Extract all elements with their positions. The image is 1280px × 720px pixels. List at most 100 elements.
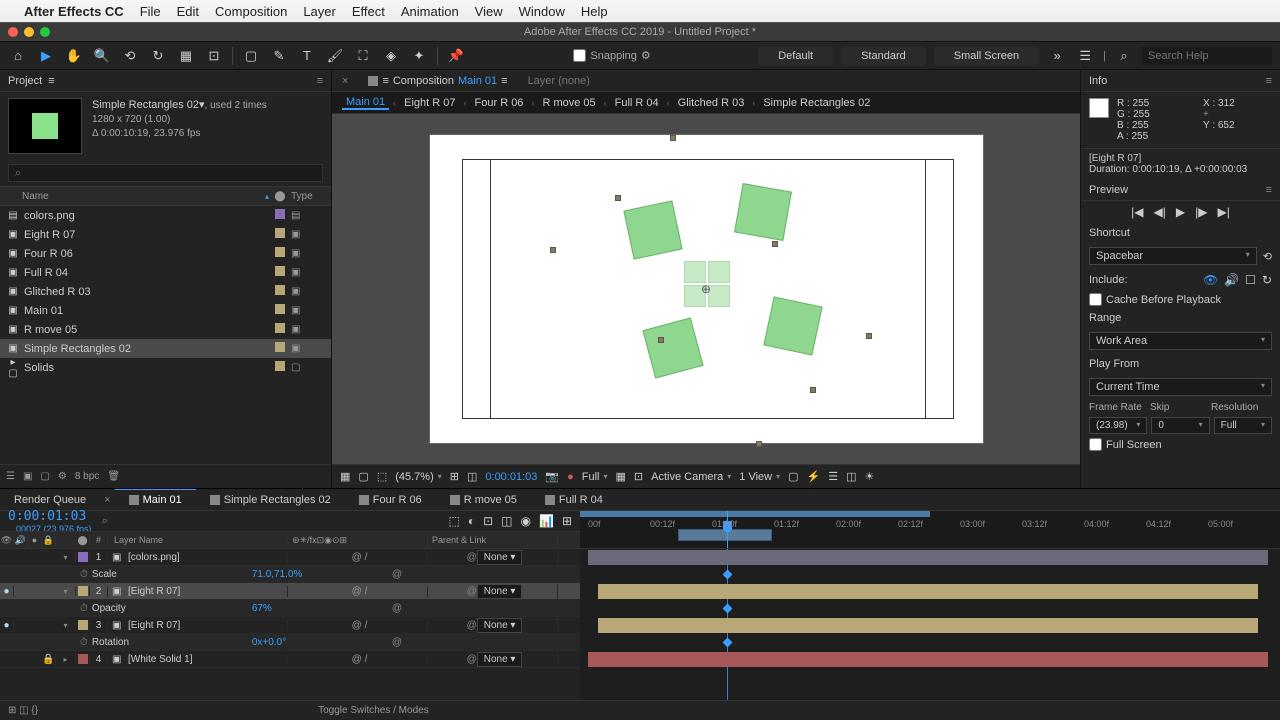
camera-tool-icon[interactable]: ▦ bbox=[176, 46, 196, 66]
proj-new-comp-icon[interactable]: ▢ bbox=[40, 471, 49, 482]
prev-frame-icon[interactable]: ◀| bbox=[1154, 205, 1166, 219]
comp-tab-close[interactable]: × bbox=[332, 70, 358, 92]
exposure-icon[interactable]: ☀ bbox=[865, 470, 875, 483]
proj-bpc[interactable]: 8 bpc bbox=[75, 471, 99, 482]
snapping-checkbox[interactable]: Snapping ⚙ bbox=[573, 49, 650, 62]
rectangle-tool-icon[interactable]: ▢ bbox=[241, 46, 261, 66]
comp-flow-item[interactable]: Simple Rectangles 02 bbox=[759, 97, 874, 109]
proj-delete-icon[interactable]: 🗑 bbox=[107, 471, 120, 482]
skip-dropdown[interactable]: 0 bbox=[1151, 417, 1209, 434]
toggle-switches-button[interactable]: Toggle Switches / Modes bbox=[318, 705, 429, 716]
transparency-icon[interactable]: ▦ bbox=[616, 470, 626, 483]
last-frame-icon[interactable]: ▶| bbox=[1217, 205, 1229, 219]
fast-preview-icon[interactable]: ⚡ bbox=[807, 470, 821, 483]
3d-icon[interactable]: ⬚ bbox=[377, 470, 387, 483]
layer-property[interactable]: ⏱Opacity67%@ bbox=[0, 600, 580, 617]
comp-flow-item[interactable]: Four R 06 bbox=[471, 97, 528, 109]
timeline-tab-full[interactable]: Full R 04 bbox=[531, 489, 617, 511]
layer-bar[interactable] bbox=[588, 652, 1268, 667]
timeline-layer[interactable]: ● ▾ 2 ▣[Eight R 07] @ / @ None ▾ bbox=[0, 583, 580, 600]
pixel-aspect-icon[interactable]: ▢ bbox=[788, 470, 798, 483]
tl-motion-blur-icon[interactable]: ◉ bbox=[521, 514, 531, 528]
tl-comp-mini-icon[interactable]: ⬚ bbox=[449, 514, 460, 528]
comp-flow-item[interactable]: Main 01 bbox=[342, 96, 389, 110]
project-item[interactable]: ▤colors.png▤ bbox=[0, 206, 331, 225]
project-search-input[interactable] bbox=[8, 164, 323, 182]
anchor-point-icon[interactable]: ⊕ bbox=[701, 282, 711, 296]
workspace-standard[interactable]: Standard bbox=[841, 47, 926, 65]
include-video-icon[interactable]: 👁 bbox=[1203, 273, 1218, 287]
text-tool-icon[interactable]: T bbox=[297, 46, 317, 66]
workspace-small-screen[interactable]: Small Screen bbox=[934, 47, 1039, 65]
proj-settings-icon[interactable]: ⚙ bbox=[58, 471, 67, 482]
fullscreen-checkbox[interactable]: Full Screen bbox=[1081, 436, 1280, 453]
camera-dropdown[interactable]: Active Camera bbox=[651, 471, 731, 483]
project-item[interactable]: ▣Simple Rectangles 02▣ bbox=[0, 339, 331, 358]
menu-layer[interactable]: Layer bbox=[303, 4, 336, 19]
panel-tab-menu-icon[interactable]: ≡ bbox=[48, 75, 54, 87]
eraser-tool-icon[interactable]: ◈ bbox=[381, 46, 401, 66]
timeline-tab-rmove[interactable]: R move 05 bbox=[436, 489, 531, 511]
layer-property[interactable]: ⏱Scale71.0,71.0%@ bbox=[0, 566, 580, 583]
clone-tool-icon[interactable]: ⛶ bbox=[353, 46, 373, 66]
layer-bar[interactable] bbox=[588, 550, 1268, 565]
fullscreen-window-button[interactable] bbox=[40, 27, 50, 37]
puppet-tool-icon[interactable]: 📌 bbox=[446, 46, 466, 66]
brush-tool-icon[interactable]: 🖌 bbox=[325, 46, 345, 66]
snapshot-icon[interactable]: 📷 bbox=[545, 470, 559, 483]
first-frame-icon[interactable]: |◀ bbox=[1131, 205, 1143, 219]
comp-flow-icon[interactable]: ◫ bbox=[846, 470, 856, 483]
project-col-type[interactable]: Type bbox=[291, 191, 331, 202]
more-workspaces-icon[interactable]: » bbox=[1047, 46, 1067, 66]
project-col-label[interactable]: ⬤ bbox=[269, 191, 291, 202]
menu-view[interactable]: View bbox=[475, 4, 503, 19]
workspace-default[interactable]: Default bbox=[758, 47, 833, 65]
tl-draft3d-icon[interactable]: ⊡ bbox=[483, 514, 493, 528]
timeline-tab-main01[interactable]: Main 01 bbox=[115, 489, 196, 511]
play-icon[interactable]: ▶ bbox=[1176, 205, 1185, 219]
render-queue-tab[interactable]: Render Queue bbox=[0, 489, 100, 511]
tl-graph-icon[interactable]: 📊 bbox=[539, 514, 554, 528]
proj-interpret-icon[interactable]: ☰ bbox=[6, 471, 15, 482]
project-item[interactable]: ▣R move 05▣ bbox=[0, 320, 331, 339]
pan-behind-tool-icon[interactable]: ⊡ bbox=[204, 46, 224, 66]
rotation-tool-icon[interactable]: ↻ bbox=[148, 46, 168, 66]
3dview-icon[interactable]: ⊡ bbox=[634, 470, 643, 483]
project-item[interactable]: ▣Main 01▣ bbox=[0, 301, 331, 320]
menu-help[interactable]: Help bbox=[581, 4, 608, 19]
project-item[interactable]: ▣Eight R 07▣ bbox=[0, 225, 331, 244]
menu-composition[interactable]: Composition bbox=[215, 4, 287, 19]
timeline-timecode[interactable]: 0:00:01:03 bbox=[8, 509, 92, 524]
pen-tool-icon[interactable]: ✎ bbox=[269, 46, 289, 66]
timeline-tab-simple[interactable]: Simple Rectangles 02 bbox=[196, 489, 345, 511]
layer-bar[interactable] bbox=[598, 584, 1258, 599]
menu-animation[interactable]: Animation bbox=[401, 4, 459, 19]
project-item[interactable]: ▸ ▢Solids▢ bbox=[0, 358, 331, 377]
search-help-input[interactable] bbox=[1142, 47, 1272, 65]
panel-menu-icon[interactable]: ≡ bbox=[317, 75, 323, 87]
loop-icon[interactable]: ↻ bbox=[1262, 273, 1272, 287]
resolution-icon[interactable]: ⊞ bbox=[450, 470, 459, 483]
framerate-dropdown[interactable]: (23.98) bbox=[1089, 417, 1147, 434]
comp-flow-item[interactable]: Glitched R 03 bbox=[674, 97, 749, 109]
app-menu[interactable]: After Effects CC bbox=[24, 4, 124, 19]
comp-flow-item[interactable]: Eight R 07 bbox=[400, 97, 459, 109]
timeline-layer[interactable]: ● ▾ 3 ▣[Eight R 07] @ / @ None ▾ bbox=[0, 617, 580, 634]
preview-res-dropdown[interactable]: Full bbox=[1214, 417, 1272, 434]
timeline-layer[interactable]: 🔒 ▸ 4 ▣[White Solid 1] @ / @ None ▾ bbox=[0, 651, 580, 668]
layer-tab[interactable]: Layer (none) bbox=[518, 70, 600, 92]
minimize-window-button[interactable] bbox=[24, 27, 34, 37]
hand-tool-icon[interactable]: ✋ bbox=[64, 46, 84, 66]
roi-icon[interactable]: ◫ bbox=[467, 470, 477, 483]
menu-window[interactable]: Window bbox=[519, 4, 565, 19]
layer-bar[interactable] bbox=[598, 618, 1258, 633]
channel-icon[interactable]: ● bbox=[567, 471, 574, 483]
view-layout-dropdown[interactable]: 1 View bbox=[739, 471, 780, 483]
reset-icon[interactable]: ⟲ bbox=[1263, 250, 1272, 263]
layer-property[interactable]: ⏱Rotation0x+0.0°@ bbox=[0, 634, 580, 651]
playfrom-dropdown[interactable]: Current Time bbox=[1089, 378, 1272, 396]
composition-viewer[interactable]: ⊕ bbox=[332, 114, 1080, 464]
timeline-icon[interactable]: ☰ bbox=[828, 470, 838, 483]
project-item[interactable]: ▣Four R 06▣ bbox=[0, 244, 331, 263]
comp-flow-item[interactable]: Full R 04 bbox=[611, 97, 663, 109]
